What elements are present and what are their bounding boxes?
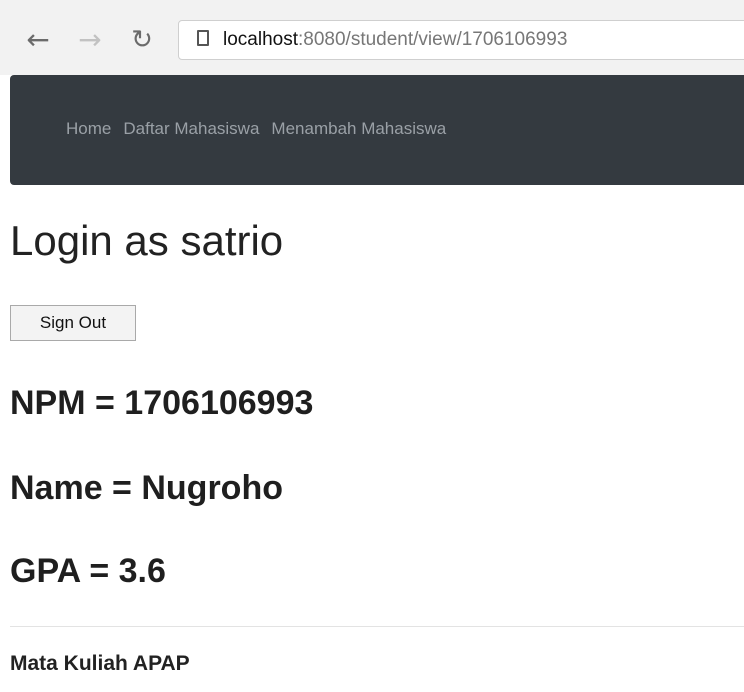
- main-content: Login as satrio Sign Out NPM = 170610699…: [10, 215, 744, 675]
- url-path: :8080/student/view/1706106993: [298, 29, 568, 50]
- section-heading: Mata Kuliah APAP: [10, 652, 190, 675]
- sign-out-button[interactable]: Sign Out: [10, 305, 136, 341]
- nav-links: Home Daftar Mahasiswa Menambah Mahasiswa: [66, 119, 446, 139]
- nav-link-daftar-mahasiswa[interactable]: Daftar Mahasiswa: [123, 119, 259, 139]
- url-text: localhost:8080/student/view/1706106993: [223, 29, 567, 51]
- divider: [10, 626, 744, 627]
- page-icon: [197, 30, 209, 46]
- reload-icon[interactable]: ↻: [124, 22, 160, 58]
- gpa-text: GPA = 3.6: [10, 552, 166, 590]
- browser-toolbar: ← → ↻ localhost:8080/student/view/170610…: [0, 0, 744, 75]
- npm-text: NPM = 1706106993: [10, 384, 314, 422]
- forward-icon[interactable]: →: [72, 22, 108, 58]
- address-bar[interactable]: localhost:8080/student/view/1706106993: [178, 20, 744, 60]
- name-text: Name = Nugroho: [10, 469, 283, 507]
- nav-link-home[interactable]: Home: [66, 119, 111, 139]
- back-icon[interactable]: ←: [20, 22, 56, 58]
- navbar: Home Daftar Mahasiswa Menambah Mahasiswa: [10, 75, 744, 185]
- url-host: localhost: [223, 29, 298, 50]
- page-title: Login as satrio: [10, 217, 284, 264]
- nav-link-menambah-mahasiswa[interactable]: Menambah Mahasiswa: [271, 119, 446, 139]
